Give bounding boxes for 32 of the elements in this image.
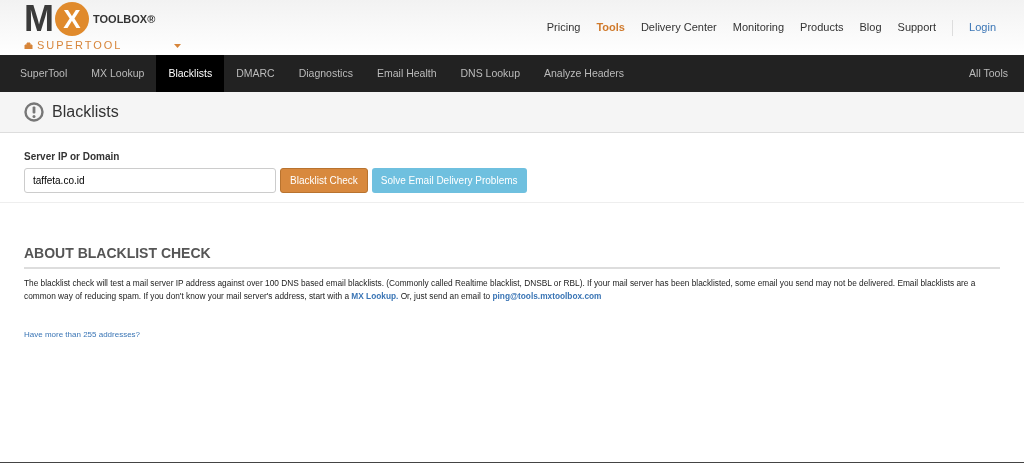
- nav-link[interactable]: Products: [800, 19, 844, 36]
- nav-link[interactable]: Blog: [859, 19, 882, 36]
- tool-tab[interactable]: Analyze Headers: [532, 55, 636, 92]
- all-tools-link[interactable]: All Tools: [957, 55, 1020, 92]
- registered-mark: ®: [147, 12, 156, 27]
- inline-link[interactable]: MX Lookup.: [351, 291, 399, 302]
- tool-tab[interactable]: Email Health: [364, 55, 449, 92]
- about-paragraph: The blacklist check will test a mail server IP address against over 100 DNS based email blacklists. (Commonly called Realtime blacklist, DNSBL or RBL). If your mail server has been blacklisted, some email you send may not be delivered. Email blacklists are a common way of reducing spam. If you don't know your mail server's address, start with a MX Lookup. Or, just send an email to ping@tools.mxtoolbox.com: [24, 277, 977, 304]
- login-link[interactable]: Login: [969, 19, 996, 36]
- caret-icon[interactable]: [174, 43, 182, 48]
- inline-link[interactable]: ping@tools.mxtoolbox.com: [492, 291, 602, 302]
- alert-icon: [24, 102, 44, 122]
- nav-link[interactable]: Delivery Center: [640, 19, 717, 36]
- tool-tab[interactable]: Blacklists: [156, 55, 225, 92]
- toolbox-icon: [24, 42, 33, 49]
- logo-badge: X: [55, 2, 89, 37]
- section-heading: ABOUT BLACKLIST CHECK: [24, 243, 1000, 269]
- logo-name: TOOLBOX: [93, 12, 148, 27]
- product-name: SUPERTOOL: [37, 38, 123, 54]
- nav-link[interactable]: Monitoring: [732, 19, 785, 36]
- tool-tab[interactable]: Diagnostics: [286, 55, 365, 92]
- domain-field[interactable]: taffeta.co.id: [24, 168, 276, 193]
- nav-link[interactable]: Support: [897, 19, 937, 36]
- tool-tab[interactable]: DMARC: [224, 55, 287, 92]
- page-title: Blacklists: [52, 102, 119, 122]
- logo-letter: M: [24, 1, 53, 38]
- more-addresses-link[interactable]: Have more than 255 addresses?: [24, 329, 141, 339]
- nav-link[interactable]: Pricing: [546, 19, 581, 36]
- tool-tab[interactable]: DNS Lookup: [448, 55, 533, 92]
- tool-tab[interactable]: MX Lookup: [79, 55, 157, 92]
- tool-tab[interactable]: SuperTool: [8, 55, 80, 92]
- field-label: Server IP or Domain: [24, 150, 121, 164]
